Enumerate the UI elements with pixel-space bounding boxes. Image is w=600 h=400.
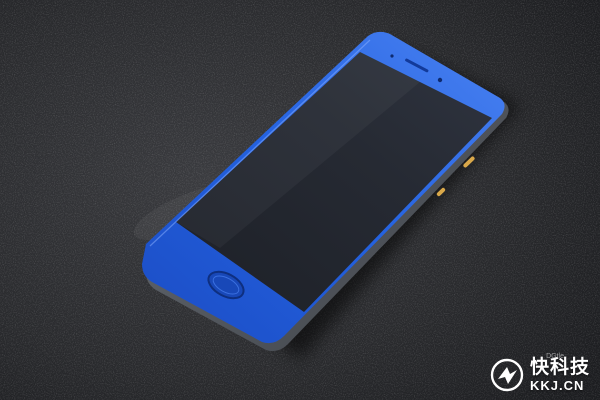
watermark: 快科技 KKJ.CN [490, 358, 590, 392]
kkj-logo-icon [490, 358, 524, 392]
photo-canvas [0, 0, 600, 400]
photo-scene: DGtle 快科技 KKJ.CN [0, 0, 600, 400]
front-camera [437, 77, 443, 83]
proximity-sensor [390, 54, 394, 58]
watermark-domain: KKJ.CN [529, 378, 585, 393]
watermark-site-name: 快科技 [529, 356, 590, 378]
watermark-text: 快科技 KKJ.CN [529, 356, 590, 393]
